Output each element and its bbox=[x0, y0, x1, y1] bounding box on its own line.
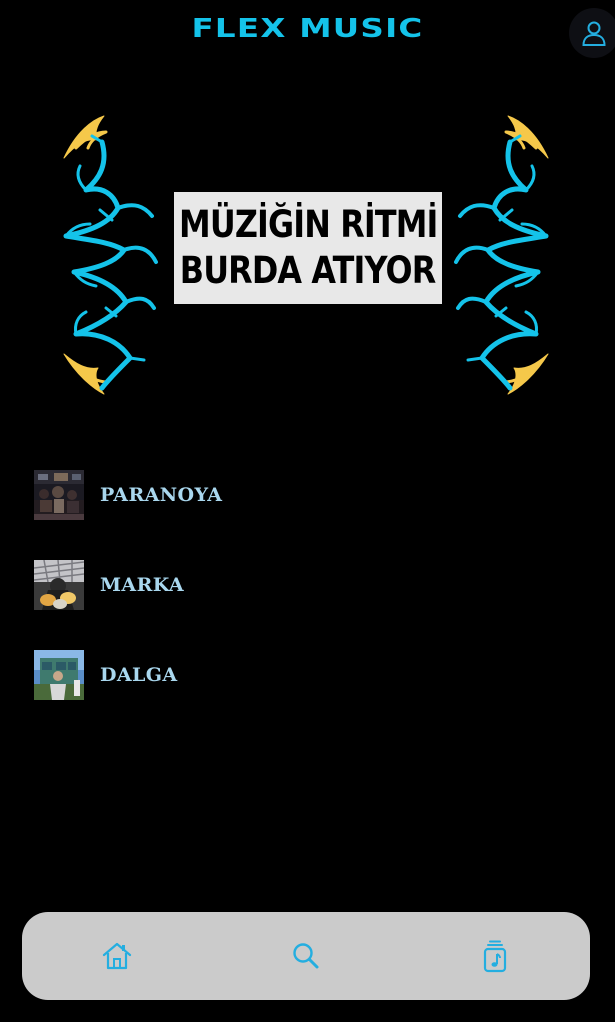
track-title[interactable]: PARANOYA bbox=[100, 484, 222, 506]
bottom-navigation-bar bbox=[22, 912, 590, 1000]
track-item-paranoya[interactable]: PARANOYA bbox=[34, 470, 594, 520]
album-cover[interactable] bbox=[34, 470, 84, 520]
track-list: PARANOYA MARKA DALGA bbox=[34, 470, 594, 740]
nav-home-button[interactable] bbox=[99, 938, 135, 974]
banner-line-2: BURDA ATIYOR bbox=[180, 249, 436, 292]
track-title[interactable]: MARKA bbox=[100, 574, 184, 596]
album-cover[interactable] bbox=[34, 650, 84, 700]
home-icon bbox=[102, 942, 132, 970]
hero-banner: MÜZİĞİN RİTMİ BURDA ATIYOR bbox=[56, 112, 556, 398]
nav-search-button[interactable] bbox=[288, 938, 324, 974]
user-icon bbox=[582, 21, 606, 46]
track-item-marka[interactable]: MARKA bbox=[34, 560, 594, 610]
music-library-icon bbox=[483, 940, 507, 973]
track-title[interactable]: DALGA bbox=[100, 664, 178, 686]
banner-line-1: MÜZİĞİN RİTMİ bbox=[178, 203, 438, 246]
nav-library-button[interactable] bbox=[477, 938, 513, 974]
app-logo: FLEX MUSIC bbox=[191, 14, 424, 44]
album-cover[interactable] bbox=[34, 560, 84, 610]
profile-button[interactable] bbox=[569, 8, 615, 58]
track-item-dalga[interactable]: DALGA bbox=[34, 650, 594, 700]
banner-slogan: MÜZİĞİN RİTMİ BURDA ATIYOR bbox=[174, 192, 442, 304]
search-icon bbox=[293, 943, 319, 969]
